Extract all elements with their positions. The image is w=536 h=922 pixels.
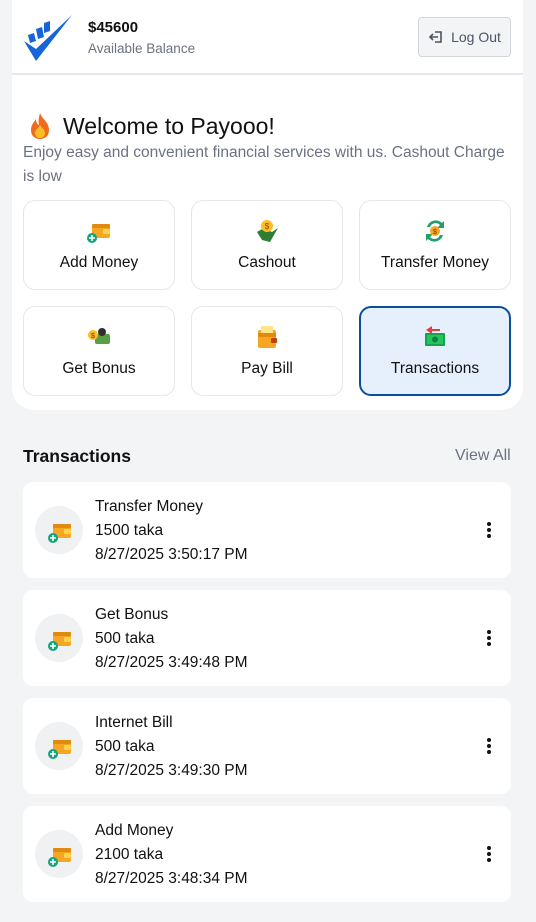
transaction-details: Get Bonus 500 taka 8/27/2025 3:49:48 PM — [95, 603, 248, 675]
get-bonus-button[interactable]: $ Get Bonus — [23, 306, 175, 396]
transactions-button[interactable]: Transactions — [359, 306, 511, 396]
transaction-time: 8/27/2025 3:50:17 PM — [95, 546, 248, 563]
transaction-icon-wrap — [35, 614, 83, 662]
wallet-add-icon — [48, 524, 71, 543]
transfer-coin-icon: $ — [426, 220, 444, 242]
get-bonus-label: Get Bonus — [62, 360, 136, 377]
transaction-details: Internet Bill 500 taka 8/27/2025 3:49:30… — [95, 711, 248, 783]
transaction-card[interactable]: Transfer Money 1500 taka 8/27/2025 3:50:… — [23, 482, 511, 578]
transaction-card[interactable]: Internet Bill 500 taka 8/27/2025 3:49:30… — [23, 698, 511, 794]
svg-text:$: $ — [265, 222, 270, 231]
welcome-subtitle: Enjoy easy and convenient financial serv… — [23, 144, 505, 185]
wallet-add-icon — [87, 224, 110, 243]
transaction-amount: 500 taka — [95, 738, 155, 755]
top-card: $45600 Available Balance Log Out Welcome… — [12, 0, 523, 410]
wallet-add-icon — [48, 848, 71, 867]
add-money-label: Add Money — [59, 254, 139, 271]
transaction-title: Transfer Money — [95, 498, 203, 515]
pay-bill-button[interactable]: Pay Bill — [191, 306, 343, 396]
transactions-cash-icon — [425, 326, 445, 346]
transaction-details: Transfer Money 1500 taka 8/27/2025 3:50:… — [95, 495, 248, 567]
more-options-icon[interactable] — [479, 628, 499, 648]
logout-button[interactable]: Log Out — [418, 17, 511, 57]
more-options-icon[interactable] — [479, 520, 499, 540]
transaction-amount: 500 taka — [95, 630, 155, 647]
transaction-amount: 2100 taka — [95, 846, 164, 863]
transactions-heading: Transactions — [23, 446, 131, 466]
transaction-title: Add Money — [95, 822, 174, 839]
add-money-button[interactable]: Add Money — [23, 200, 175, 290]
wallet-add-icon — [48, 632, 71, 651]
transaction-time: 8/27/2025 3:48:34 PM — [95, 870, 248, 887]
bonus-icon: $ — [88, 328, 110, 344]
transaction-time: 8/27/2025 3:49:30 PM — [95, 762, 248, 779]
transactions-label: Transactions — [390, 360, 480, 377]
cashout-label: Cashout — [238, 254, 296, 271]
svg-text:$: $ — [433, 229, 437, 236]
logout-label: Log Out — [451, 29, 501, 45]
more-options-icon[interactable] — [479, 736, 499, 756]
wallet-add-icon — [48, 740, 71, 759]
transfer-money-label: Transfer Money — [381, 254, 489, 271]
transfer-money-button[interactable]: $ Transfer Money — [359, 200, 511, 290]
cashout-coin-icon: $ — [257, 220, 278, 242]
balance-amount: $45600 — [88, 19, 139, 36]
app-header: $45600 Available Balance Log Out — [12, 0, 523, 75]
welcome-heading: Welcome to Payooo! — [27, 112, 275, 140]
view-all-link[interactable]: View All — [455, 447, 511, 465]
more-options-icon[interactable] — [479, 844, 499, 864]
transaction-title: Internet Bill — [95, 714, 173, 731]
transaction-details: Add Money 2100 taka 8/27/2025 3:48:34 PM — [95, 819, 248, 891]
welcome-title: Welcome to Payooo! — [63, 112, 275, 139]
cashout-button[interactable]: $ Cashout — [191, 200, 343, 290]
transaction-icon-wrap — [35, 830, 83, 878]
logout-icon — [428, 31, 442, 43]
transaction-card[interactable]: Add Money 2100 taka 8/27/2025 3:48:34 PM — [23, 806, 511, 902]
transaction-icon-wrap — [35, 722, 83, 770]
svg-text:$: $ — [91, 333, 95, 340]
transaction-amount: 1500 taka — [95, 522, 164, 539]
transaction-title: Get Bonus — [95, 606, 169, 623]
transaction-icon-wrap — [35, 506, 83, 554]
pay-bill-label: Pay Bill — [241, 360, 293, 377]
payooo-logo-icon — [24, 15, 72, 61]
fire-icon — [31, 113, 49, 139]
transaction-time: 8/27/2025 3:49:48 PM — [95, 654, 248, 671]
transaction-card[interactable]: Get Bonus 500 taka 8/27/2025 3:49:48 PM — [23, 590, 511, 686]
bill-wallet-icon — [258, 326, 277, 348]
balance-label: Available Balance — [88, 41, 196, 56]
